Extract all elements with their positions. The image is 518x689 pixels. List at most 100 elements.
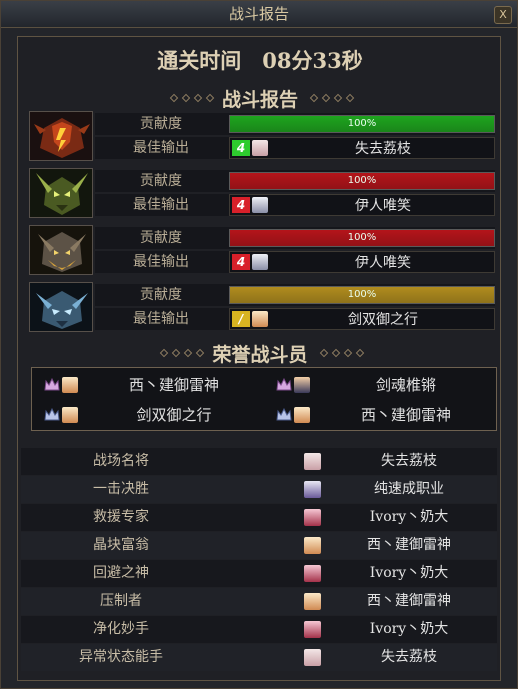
best-output-label: 最佳输出 bbox=[133, 311, 189, 327]
title-bar[interactable]: 战斗报告 X bbox=[1, 1, 517, 28]
award-player: Ivory丶奶大 bbox=[369, 621, 449, 637]
contribution-value: 100% bbox=[347, 118, 377, 129]
rank-crown-icon bbox=[276, 408, 292, 421]
ornament-right bbox=[311, 347, 381, 358]
battle-report-heading: 战斗报告 bbox=[221, 89, 298, 111]
player-avatar[interactable] bbox=[252, 254, 268, 270]
honor-heading: 荣誉战斗员 bbox=[212, 344, 308, 366]
boss-entry: 贡献度 100% 最佳输出 / 剑双御之行 bbox=[29, 282, 495, 332]
player-avatar[interactable] bbox=[252, 140, 268, 156]
honor-members-box: 西丶建御雷神 剑魂椎锵 剑双御之行 西丶建御雷神 bbox=[31, 367, 497, 431]
award-title: 净化妙手 bbox=[93, 621, 149, 637]
honor-member[interactable]: 剑双御之行 bbox=[34, 401, 264, 429]
gold-beast-boss-icon bbox=[29, 225, 93, 275]
honor-member-name: 剑双御之行 bbox=[136, 406, 212, 424]
player-avatar[interactable] bbox=[304, 509, 321, 526]
award-row: 异常状态能手 失去荔枝 bbox=[21, 644, 497, 671]
player-avatar bbox=[294, 407, 310, 423]
contribution-label: 贡献度 bbox=[140, 230, 182, 246]
best-output-box: 4 伊人唯笑 bbox=[229, 194, 495, 216]
award-title: 压制者 bbox=[100, 593, 142, 609]
contribution-row: 贡献度 100% bbox=[95, 227, 495, 249]
level-badge: / bbox=[232, 311, 250, 327]
player-avatar[interactable] bbox=[304, 537, 321, 554]
contribution-bar: 100% bbox=[229, 229, 495, 247]
best-output-box: 4 伊人唯笑 bbox=[229, 251, 495, 273]
best-output-row: 最佳输出 4 伊人唯笑 bbox=[95, 194, 495, 216]
contribution-value: 100% bbox=[347, 289, 377, 300]
award-title: 回避之神 bbox=[93, 565, 149, 581]
award-player: 西丶建御雷神 bbox=[367, 593, 451, 609]
honor-member[interactable]: 西丶建御雷神 bbox=[34, 371, 264, 399]
best-output-row: 最佳输出 4 失去荔枝 bbox=[95, 137, 495, 159]
award-title: 异常状态能手 bbox=[79, 649, 163, 665]
player-avatar[interactable] bbox=[304, 621, 321, 638]
close-button[interactable]: X bbox=[494, 6, 512, 24]
player-avatar bbox=[62, 377, 78, 393]
honor-member[interactable]: 西丶建御雷神 bbox=[266, 401, 496, 429]
award-title: 一击决胜 bbox=[93, 481, 149, 497]
award-player: 纯速成职业 bbox=[374, 481, 444, 497]
honor-member-name: 西丶建御雷神 bbox=[360, 406, 451, 424]
window-title: 战斗报告 bbox=[228, 5, 289, 23]
boss-entry: 贡献度 100% 最佳输出 4 失去荔枝 bbox=[29, 111, 495, 161]
award-row: 战场名将 失去荔枝 bbox=[21, 448, 497, 475]
boss-entry: 贡献度 100% 最佳输出 4 伊人唯笑 bbox=[29, 168, 495, 218]
best-output-row: 最佳输出 4 伊人唯笑 bbox=[95, 251, 495, 273]
honor-member-name: 西丶建御雷神 bbox=[128, 376, 219, 394]
level-badge: 4 bbox=[232, 197, 250, 213]
contribution-row: 贡献度 100% bbox=[95, 113, 495, 135]
green-horned-boss-icon bbox=[29, 168, 93, 218]
contribution-label: 贡献度 bbox=[140, 287, 182, 303]
best-output-player: 伊人唯笑 bbox=[355, 198, 411, 214]
rank-crown-icon bbox=[44, 378, 60, 391]
player-avatar[interactable] bbox=[304, 453, 321, 470]
player-avatar bbox=[62, 407, 78, 423]
contribution-label: 贡献度 bbox=[140, 173, 182, 189]
ornament-right bbox=[301, 92, 371, 103]
award-row: 一击决胜 纯速成职业 bbox=[21, 476, 497, 503]
contribution-row: 贡献度 100% bbox=[95, 284, 495, 306]
award-title: 晶块富翁 bbox=[93, 537, 149, 553]
player-avatar[interactable] bbox=[304, 565, 321, 582]
award-title: 战场名将 bbox=[93, 453, 149, 469]
best-output-player: 剑双御之行 bbox=[348, 312, 418, 328]
level-badge: 4 bbox=[232, 140, 250, 156]
contribution-bar: 100% bbox=[229, 115, 495, 133]
award-player: 失去荔枝 bbox=[381, 649, 437, 665]
award-row: 压制者 西丶建御雷神 bbox=[21, 588, 497, 615]
player-avatar[interactable] bbox=[304, 481, 321, 498]
contribution-value: 100% bbox=[347, 232, 377, 243]
award-row: 净化妙手 Ivory丶奶大 bbox=[21, 616, 497, 643]
best-output-label: 最佳输出 bbox=[133, 254, 189, 270]
level-badge: 4 bbox=[232, 254, 250, 270]
award-player: Ivory丶奶大 bbox=[369, 565, 449, 581]
red-demon-boss-icon bbox=[29, 111, 93, 161]
award-row: 晶块富翁 西丶建御雷神 bbox=[21, 532, 497, 559]
contribution-row: 贡献度 100% bbox=[95, 170, 495, 192]
honor-member[interactable]: 剑魂椎锵 bbox=[266, 371, 496, 399]
best-output-player: 伊人唯笑 bbox=[355, 255, 411, 271]
award-player: 西丶建御雷神 bbox=[367, 537, 451, 553]
battle-report-window: 战斗报告 X 通关时间 08分33秒 战斗报告 贡献度 100% 最佳输出 4 … bbox=[0, 0, 518, 689]
best-output-box: 4 失去荔枝 bbox=[229, 137, 495, 159]
rank-crown-icon bbox=[276, 378, 292, 391]
clear-time: 通关时间 08分33秒 bbox=[157, 48, 363, 73]
best-output-label: 最佳输出 bbox=[133, 197, 189, 213]
player-avatar[interactable] bbox=[252, 197, 268, 213]
player-avatar[interactable] bbox=[304, 593, 321, 610]
player-avatar[interactable] bbox=[252, 311, 268, 327]
contribution-value: 100% bbox=[347, 175, 377, 186]
award-player: Ivory丶奶大 bbox=[369, 509, 449, 525]
best-output-player: 失去荔枝 bbox=[355, 141, 411, 157]
best-output-box: / 剑双御之行 bbox=[229, 308, 495, 330]
boss-entry: 贡献度 100% 最佳输出 4 伊人唯笑 bbox=[29, 225, 495, 275]
award-row: 救援专家 Ivory丶奶大 bbox=[21, 504, 497, 531]
award-row: 回避之神 Ivory丶奶大 bbox=[21, 560, 497, 587]
blue-ice-boss-icon bbox=[29, 282, 93, 332]
award-title: 救援专家 bbox=[93, 509, 149, 525]
player-avatar[interactable] bbox=[304, 649, 321, 666]
award-player: 失去荔枝 bbox=[381, 453, 437, 469]
contribution-label: 贡献度 bbox=[140, 116, 182, 132]
contribution-bar: 100% bbox=[229, 172, 495, 190]
